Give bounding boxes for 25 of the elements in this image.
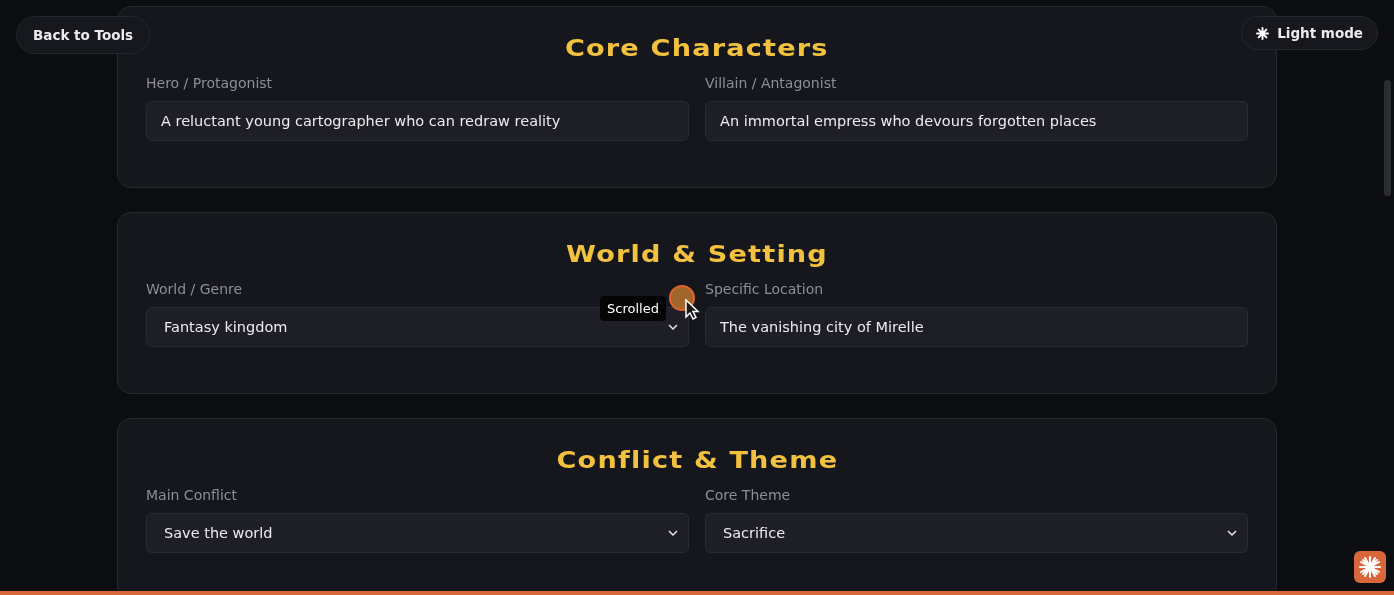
input-field[interactable]: The vanishing city of Mirelle (705, 307, 1248, 347)
input-field[interactable]: A reluctant young cartographer who can redraw reality (146, 101, 689, 141)
tooltip: Scrolled (600, 296, 666, 321)
field-label: Core Theme (705, 487, 792, 503)
dropdown[interactable]: Sacrifice (705, 513, 1248, 553)
field-label: World / Genre (146, 281, 244, 297)
field-label: Main Conflict (146, 487, 238, 503)
theme-toggle-button[interactable]: Light mode (1241, 16, 1378, 50)
asterisk-icon (1359, 556, 1381, 578)
dropdown[interactable]: Save the world (146, 513, 689, 553)
section-title: Conflict & Theme (556, 446, 838, 475)
chevron-icon (668, 323, 678, 331)
field-label: Villain / Antagonist (705, 75, 838, 91)
chevron-icon (668, 529, 678, 537)
sun-icon (1256, 26, 1270, 40)
input-field[interactable]: An immortal empress who devours forgotten places (705, 101, 1248, 141)
scrollbar[interactable] (1384, 80, 1391, 196)
chevron-icon (1227, 529, 1237, 537)
field-label: Hero / Protagonist (146, 75, 274, 91)
assistant-button[interactable] (1354, 551, 1386, 583)
field-label: Specific Location (705, 281, 825, 297)
back-button[interactable]: Back to Tools (16, 16, 151, 54)
section-title: World & Setting (566, 240, 828, 269)
section-title: Core Characters (565, 34, 829, 63)
cursor-icon (667, 284, 700, 320)
